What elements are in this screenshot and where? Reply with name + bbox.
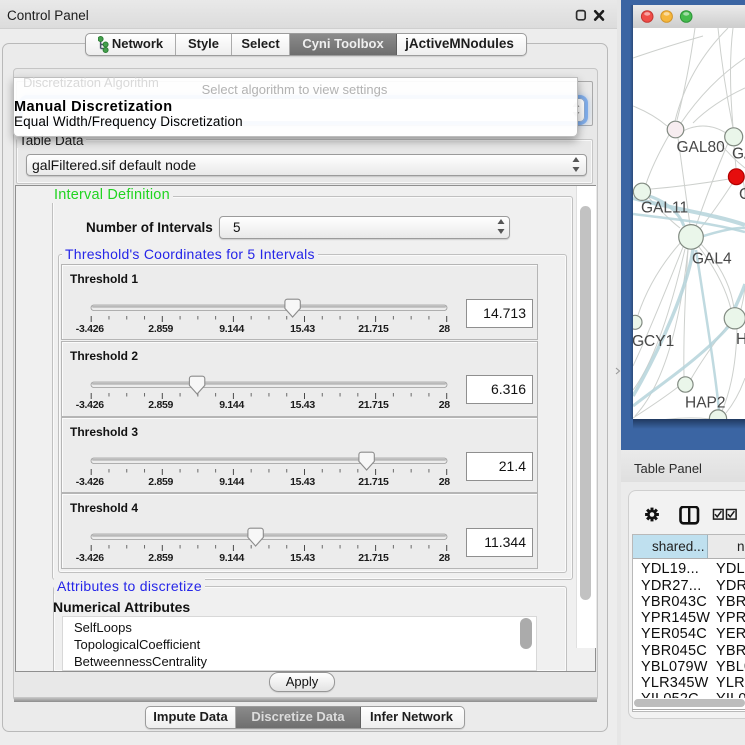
svg-text:GAL11: GAL11	[641, 199, 688, 216]
svg-text:H: H	[736, 331, 745, 348]
svg-text:GCY1: GCY1	[633, 333, 674, 350]
svg-text:GAL4: GAL4	[692, 250, 732, 267]
svg-text:GA: GA	[732, 145, 745, 162]
svg-text:HAP2: HAP2	[685, 394, 726, 411]
svg-text:C: C	[739, 186, 745, 203]
svg-text:GAL80: GAL80	[677, 139, 726, 156]
